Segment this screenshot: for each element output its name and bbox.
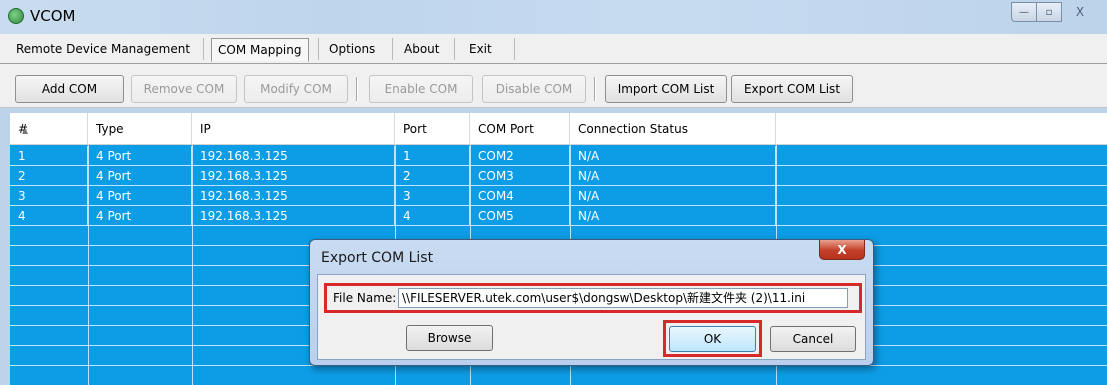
table-row[interactable]: 4 4 Port 192.168.3.125 4 COM5 N/A xyxy=(10,206,1107,226)
table-row[interactable]: 3 4 Port 192.168.3.125 3 COM4 N/A xyxy=(10,186,1107,206)
tab-separator xyxy=(203,38,204,60)
cell-type: 4 Port xyxy=(88,166,192,186)
cell-port: 1 xyxy=(395,146,470,166)
empty-table-row xyxy=(10,366,1107,385)
import-com-list-button[interactable]: Import COM List xyxy=(605,75,727,103)
toolbar-separator xyxy=(594,77,596,101)
sort-ascending-icon: ▲ xyxy=(22,126,29,135)
tab-separator xyxy=(514,38,515,60)
cell-com-port: COM2 xyxy=(470,146,570,166)
cell-type: 4 Port xyxy=(88,146,192,166)
cell-connection-status: N/A xyxy=(570,186,776,206)
cell-com-port: COM3 xyxy=(470,166,570,186)
cancel-button[interactable]: Cancel xyxy=(770,326,856,352)
ok-button[interactable]: OK xyxy=(669,326,756,352)
file-name-field[interactable]: \\FILESERVER.utek.com\user$\dongsw\Deskt… xyxy=(398,288,848,308)
column-divider xyxy=(88,145,89,385)
cell-index: 4 xyxy=(10,206,88,226)
tab-com-mapping[interactable]: COM Mapping xyxy=(211,38,309,62)
tab-separator xyxy=(392,38,393,60)
table-header: ▲ # Type IP Port COM Port Connection Sta… xyxy=(10,113,1107,145)
maximize-icon[interactable]: ▫ xyxy=(1036,2,1062,22)
tab-about[interactable]: About xyxy=(398,38,445,62)
column-header-com-port[interactable]: COM Port xyxy=(470,113,570,145)
cell-port: 2 xyxy=(395,166,470,186)
window-controls: — ▫ X xyxy=(1011,2,1099,22)
cell-connection-status: N/A xyxy=(570,166,776,186)
cell-ip: 192.168.3.125 xyxy=(192,166,395,186)
tab-separator xyxy=(318,38,319,60)
cell-com-port: COM4 xyxy=(470,186,570,206)
remove-com-button[interactable]: Remove COM xyxy=(131,75,237,103)
tab-separator xyxy=(454,38,455,60)
title-bar: VCOM — ▫ X xyxy=(0,0,1107,34)
vcom-app-icon xyxy=(8,8,24,24)
export-com-list-button[interactable]: Export COM List xyxy=(731,75,853,103)
modify-com-button[interactable]: Modify COM xyxy=(244,75,348,103)
toolbar-separator xyxy=(356,77,358,101)
disable-com-button[interactable]: Disable COM xyxy=(482,75,586,103)
enable-com-button[interactable]: Enable COM xyxy=(369,75,473,103)
cell-port: 4 xyxy=(395,206,470,226)
tab-remote-device-management[interactable]: Remote Device Management xyxy=(10,38,196,62)
browse-button[interactable]: Browse xyxy=(406,325,493,351)
cell-ip: 192.168.3.125 xyxy=(192,186,395,206)
column-header-port[interactable]: Port xyxy=(395,113,470,145)
dialog-title: Export COM List xyxy=(321,250,434,266)
table-row[interactable]: 2 4 Port 192.168.3.125 2 COM3 N/A xyxy=(10,166,1107,186)
cell-ip: 192.168.3.125 xyxy=(192,146,395,166)
cell-connection-status: N/A xyxy=(570,206,776,226)
column-header-index[interactable]: ▲ # xyxy=(10,113,88,145)
cell-connection-status: N/A xyxy=(570,146,776,166)
table-row[interactable]: 1 4 Port 192.168.3.125 1 COM2 N/A xyxy=(10,146,1107,166)
cell-type: 4 Port xyxy=(88,206,192,226)
menu-tabs: Remote Device Management COM Mapping Opt… xyxy=(0,34,1107,64)
tab-options[interactable]: Options xyxy=(323,38,381,62)
cell-com-port: COM5 xyxy=(470,206,570,226)
close-icon[interactable]: X xyxy=(1061,2,1099,22)
toolbar: Add COM Remove COM Modify COM Enable COM… xyxy=(0,64,1107,108)
cell-index: 3 xyxy=(10,186,88,206)
dialog-body: File Name: \\FILESERVER.utek.com\user$\d… xyxy=(317,274,866,360)
window-title: VCOM xyxy=(30,7,76,25)
column-header-connection-status[interactable]: Connection Status xyxy=(570,113,776,145)
minimize-icon[interactable]: — xyxy=(1011,2,1037,22)
export-com-list-dialog: Export COM List X File Name: \\FILESERVE… xyxy=(309,239,874,366)
cell-type: 4 Port xyxy=(88,186,192,206)
cell-ip: 192.168.3.125 xyxy=(192,206,395,226)
tab-exit[interactable]: Exit xyxy=(463,38,498,62)
file-name-highlight: File Name: \\FILESERVER.utek.com\user$\d… xyxy=(324,283,862,313)
column-divider xyxy=(192,145,193,385)
cell-index: 1 xyxy=(10,146,88,166)
file-name-label: File Name: xyxy=(333,291,397,305)
column-header-ip[interactable]: IP xyxy=(192,113,395,145)
column-header-type[interactable]: Type xyxy=(88,113,192,145)
dialog-close-button[interactable]: X xyxy=(819,240,865,260)
cell-port: 3 xyxy=(395,186,470,206)
add-com-button[interactable]: Add COM xyxy=(15,75,124,103)
cell-index: 2 xyxy=(10,166,88,186)
